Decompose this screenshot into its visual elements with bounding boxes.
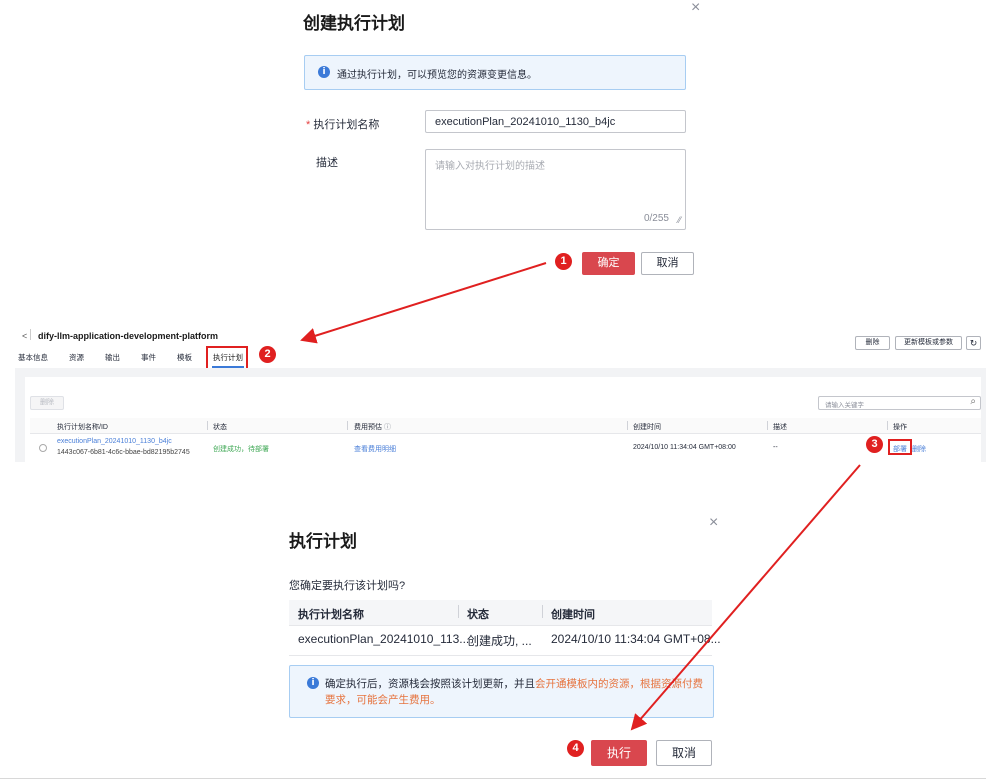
arrow-deploy-to-execute: [630, 464, 861, 731]
arrow-confirm-to-tab: [300, 262, 547, 344]
annotation-arrows: [300, 262, 861, 731]
